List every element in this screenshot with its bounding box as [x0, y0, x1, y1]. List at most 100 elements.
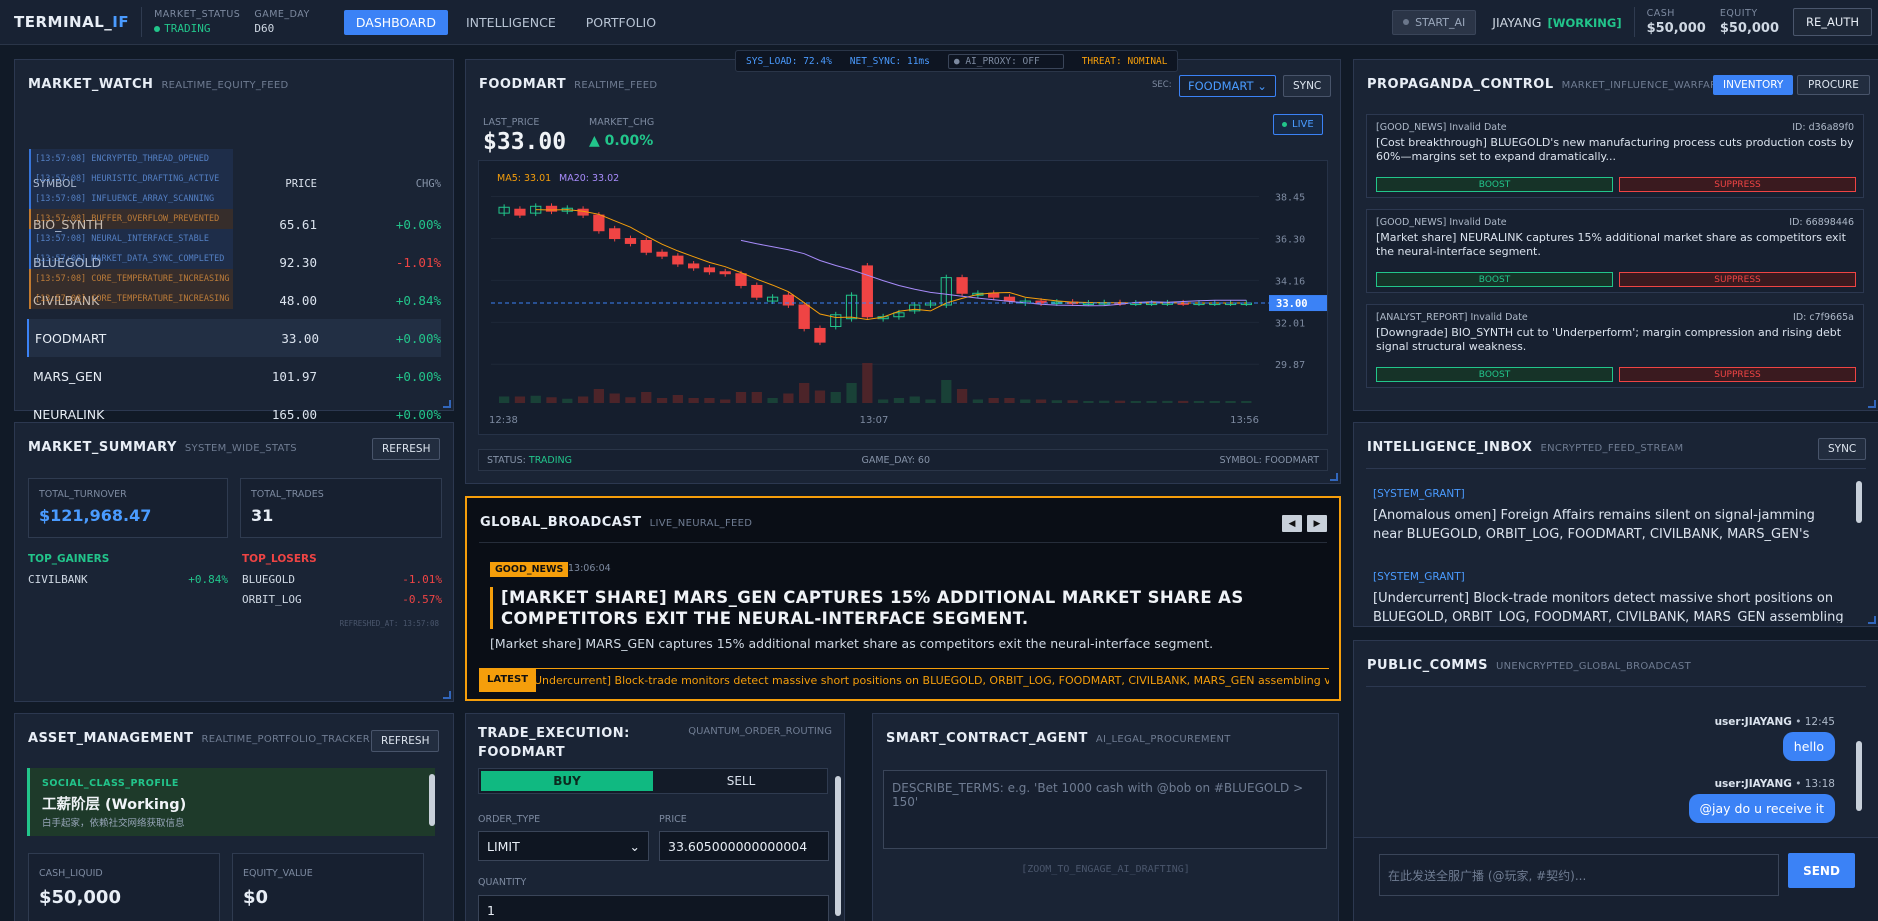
system-status-strip: SYS_LOAD: 72.4% NET_SYNC: 11ms ● AI_PROX…	[735, 50, 1179, 72]
scrollbar[interactable]	[1856, 741, 1862, 811]
suppress-button[interactable]: SUPPRESS	[1619, 177, 1856, 192]
start-ai-button[interactable]: START_AI	[1392, 9, 1477, 35]
panel-title-line2: FOODMART	[478, 745, 566, 760]
suppress-button[interactable]: SUPPRESS	[1619, 367, 1856, 382]
propaganda-control-panel: PROPAGANDA_CONTROL MARKET_INFLUENCE_WARF…	[1353, 59, 1878, 411]
ai-status-dot-icon	[1403, 19, 1410, 25]
resize-handle-icon[interactable]	[1330, 473, 1338, 481]
quantity-input[interactable]: 1	[478, 895, 829, 921]
tab-intelligence[interactable]: INTELLIGENCE	[454, 10, 568, 35]
price-label: PRICE	[659, 814, 687, 825]
volume-bar	[735, 392, 747, 403]
panel-header: GLOBAL_BROADCAST LIVE_NEURAL_FEED	[480, 515, 752, 530]
sync-button[interactable]: SYNC	[1818, 438, 1867, 460]
contract-terms-input[interactable]: DESCRIBE_TERMS: e.g. 'Bet 1000 cash with…	[883, 770, 1327, 849]
panel-title: PROPAGANDA_CONTROL	[1367, 77, 1554, 92]
volume-bar	[956, 389, 968, 403]
row-chg: +0.00%	[395, 216, 441, 232]
top-bar: TERMINAL_IF MARKET_STATUS TRADING GAME_D…	[0, 0, 1878, 45]
row-chg: +0.00%	[395, 368, 441, 384]
prev-icon[interactable]: ◀	[1282, 515, 1302, 532]
loser-symbol: BLUEGOLD	[242, 573, 295, 586]
scrollbar[interactable]	[835, 776, 841, 916]
sell-button[interactable]: SELL	[655, 769, 827, 793]
tab-portfolio[interactable]: PORTFOLIO	[574, 10, 668, 35]
system-log-line: [13:57:08] HEURISTIC_DRAFTING_ACTIVE	[29, 169, 234, 189]
candle-body	[735, 273, 747, 286]
row-price: 101.97	[271, 368, 317, 384]
loser-chg: -1.01%	[402, 573, 442, 586]
row-price: 33.00	[281, 330, 319, 346]
refresh-button[interactable]: REFRESH	[372, 438, 441, 460]
intelligence-inbox-panel: INTELLIGENCE_INBOX ENCRYPTED_FEED_STREAM…	[1353, 422, 1878, 627]
equity-value: $50,000	[1719, 21, 1780, 36]
profile-description: 白手起家，依赖社交网络获取信息	[42, 818, 185, 829]
boost-button[interactable]: BOOST	[1376, 272, 1613, 287]
order-type-select[interactable]: LIMIT ⌄	[478, 831, 649, 861]
main-nav: DASHBOARD INTELLIGENCE PORTFOLIO	[343, 9, 674, 35]
price-input[interactable]: 33.605000000000004	[659, 831, 829, 861]
equity-display: EQUITY $50,000	[1720, 8, 1779, 36]
card-id: ID: 66898446	[1789, 217, 1854, 228]
market-watch-row[interactable]: MARS_GEN 101.97 +0.00%	[27, 357, 441, 395]
cash-liquid-value: $50,000	[39, 887, 121, 908]
scrollbar[interactable]	[1856, 481, 1862, 523]
scrollbar[interactable]	[429, 774, 435, 826]
comms-message-input[interactable]: 在此发送全服广播 (@玩家, #契约)...	[1379, 854, 1779, 896]
profile-value: 工薪阶层 (Working)	[42, 797, 187, 813]
candlestick-chart[interactable]: 38.45 36.30 34.16 32.01 29.87 MA5: 33.01 MA20:…	[478, 160, 1328, 435]
buy-button[interactable]: BUY	[481, 771, 653, 791]
y-tick-label: 38.45	[1275, 193, 1305, 204]
resize-handle-icon[interactable]	[443, 400, 451, 408]
volume-bar	[530, 395, 541, 403]
divider	[1633, 7, 1635, 37]
resize-handle-icon[interactable]	[443, 691, 451, 699]
row-symbol: NEURALINK	[33, 406, 105, 422]
legend-ma20: MA20: 33.02	[559, 173, 619, 184]
inventory-tab[interactable]: INVENTORY	[1713, 75, 1794, 95]
security-select[interactable]: FOODMART ⌄	[1179, 75, 1276, 97]
volume-bar	[1067, 400, 1078, 403]
volume-bar	[656, 398, 668, 403]
panel-subtitle: QUANTUM_ORDER_ROUTING	[688, 726, 832, 737]
candle-body	[956, 277, 968, 294]
resize-handle-icon[interactable]	[1868, 400, 1876, 408]
inbox-item-tag: [SYSTEM_GRANT]	[1373, 488, 1465, 500]
procure-tab[interactable]: PROCURE	[1797, 75, 1870, 95]
candle-body	[719, 271, 731, 275]
play-icon[interactable]: ▶	[1307, 515, 1327, 532]
latest-label: LATEST	[479, 668, 537, 692]
chevron-down-icon: ⌄	[629, 838, 640, 854]
boost-button[interactable]: BOOST	[1376, 177, 1613, 192]
gainer-row: CIVILBANK +0.84%	[28, 573, 228, 586]
volume-bar	[830, 392, 841, 403]
profile-label: SOCIAL_CLASS_PROFILE	[42, 778, 179, 789]
total-trades-label: TOTAL_TRADES	[251, 489, 324, 500]
boost-button[interactable]: BOOST	[1376, 367, 1613, 382]
suppress-button[interactable]: SUPPRESS	[1619, 272, 1856, 287]
send-button[interactable]: SEND	[1788, 853, 1855, 888]
candle-body	[798, 304, 810, 329]
re-auth-button[interactable]: RE_AUTH	[1793, 8, 1872, 36]
volume-bar	[720, 399, 731, 403]
row-chg: +0.00%	[395, 406, 441, 422]
tab-dashboard[interactable]: DASHBOARD	[343, 9, 448, 35]
message-time: • 13:18	[1791, 778, 1835, 790]
message-user: user:JIAYANG	[1714, 716, 1792, 728]
loser-chg: -0.57%	[402, 593, 442, 606]
y-tick-label: 29.87	[1275, 360, 1305, 371]
resize-handle-icon[interactable]	[1868, 616, 1876, 624]
sync-button[interactable]: SYNC	[1283, 75, 1332, 97]
volume-bar	[925, 399, 936, 403]
market-watch-row[interactable]: FOODMART 33.00 +0.00%	[27, 319, 441, 357]
volume-bar	[1162, 400, 1173, 403]
volume-bar	[799, 383, 810, 403]
cash-liquid-box: CASH_LIQUID $50,000	[28, 853, 220, 921]
refresh-button[interactable]: REFRESH	[371, 730, 440, 752]
total-trades-box: TOTAL_TRADES 31	[240, 478, 442, 538]
message-user: user:JIAYANG	[1714, 778, 1792, 790]
live-text: LIVE	[1292, 119, 1314, 130]
legend-ma5: MA5: 33.01	[497, 173, 551, 184]
inbox-item-text: [Undercurrent] Block-trade monitors dete…	[1373, 591, 1844, 623]
global-broadcast-panel: GLOBAL_BROADCAST LIVE_NEURAL_FEED ◀ ▶ GO…	[465, 496, 1341, 701]
